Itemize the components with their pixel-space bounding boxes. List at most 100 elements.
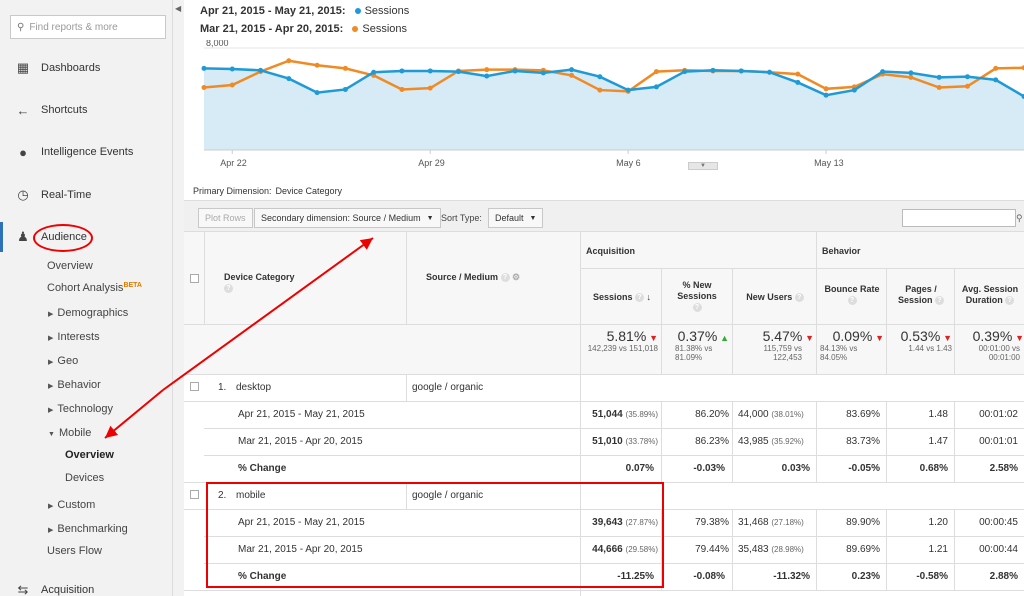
sidebar-sub-mobile-devices[interactable]: Devices (65, 472, 104, 484)
series-point-1[interactable] (936, 85, 942, 91)
series-point-1[interactable] (286, 58, 292, 64)
sort-down-arrow-icon[interactable]: ↓ (647, 292, 652, 302)
settings-gear-icon[interactable]: ⚙ (512, 272, 520, 282)
series-point-0[interactable] (484, 73, 490, 79)
header-label: New Users (746, 292, 793, 302)
series-point-0[interactable] (625, 87, 631, 93)
series-point-0[interactable] (964, 74, 970, 80)
secondary-dimension-label: Secondary dimension: Source / Medium (261, 213, 421, 223)
sidebar-collapse-handle[interactable]: ◀ (172, 0, 184, 596)
series-point-0[interactable] (710, 67, 716, 73)
sidebar-sub-interests[interactable]: ▶ Interests (48, 331, 100, 343)
header-new-users[interactable]: New Users ? (734, 292, 816, 303)
series-point-0[interactable] (229, 66, 235, 72)
sidebar-sub-geo[interactable]: ▶ Geo (48, 355, 78, 367)
sidebar-item-real-time[interactable]: ◷ Real-Time (0, 183, 172, 207)
series-point-0[interactable] (993, 77, 999, 83)
series-point-0[interactable] (738, 68, 744, 74)
row-checkbox[interactable] (190, 382, 199, 391)
series-point-1[interactable] (314, 62, 320, 68)
table-search-input[interactable] (902, 209, 1016, 227)
series-point-0[interactable] (823, 92, 829, 98)
help-icon[interactable]: ? (794, 293, 804, 303)
header-pages-session[interactable]: Pages / Session ? (888, 284, 954, 306)
series-point-0[interactable] (908, 70, 914, 76)
series-point-0[interactable] (851, 87, 857, 93)
divider (732, 536, 733, 563)
row-checkbox[interactable] (190, 490, 199, 499)
help-icon[interactable]: ? (935, 296, 945, 306)
secondary-dimension-dropdown[interactable]: Secondary dimension: Source / Medium ▼ (254, 208, 441, 228)
series-point-0[interactable] (201, 65, 207, 71)
series-point-0[interactable] (597, 74, 603, 80)
series-point-0[interactable] (512, 68, 518, 74)
series-point-0[interactable] (258, 67, 264, 73)
series-point-1[interactable] (427, 85, 433, 91)
series-point-1[interactable] (597, 87, 603, 93)
sub-label: Mobile (58, 427, 92, 439)
sidebar-sub-overview[interactable]: Overview (47, 260, 93, 272)
sidebar-sub-mobile[interactable]: ▼ Mobile (48, 427, 91, 439)
sidebar-item-intelligence-events[interactable]: ● Intelligence Events (0, 140, 172, 164)
series-point-0[interactable] (653, 84, 659, 90)
sidebar-sub-technology[interactable]: ▶ Technology (48, 403, 113, 415)
series-point-1[interactable] (342, 65, 348, 71)
header-bounce-rate[interactable]: Bounce Rate? (818, 284, 886, 306)
header-sessions[interactable]: Sessions ? ↓ (584, 292, 660, 303)
series-point-1[interactable] (569, 72, 575, 78)
series-point-0[interactable] (767, 69, 773, 75)
series-point-0[interactable] (427, 68, 433, 74)
series-point-1[interactable] (964, 83, 970, 89)
row-source-medium[interactable]: google / organic (412, 382, 483, 393)
series-point-0[interactable] (795, 79, 801, 85)
series-point-1[interactable] (823, 86, 829, 92)
help-icon[interactable]: ? (224, 284, 233, 294)
series-point-0[interactable] (399, 68, 405, 74)
series-point-0[interactable] (286, 76, 292, 82)
sidebar-sub-benchmarking[interactable]: ▶ Benchmarking (48, 523, 128, 535)
series-point-1[interactable] (993, 65, 999, 71)
search-icon[interactable]: ⚲ (1016, 209, 1024, 227)
series-point-1[interactable] (795, 71, 801, 77)
series-point-1[interactable] (229, 82, 235, 88)
help-icon[interactable]: ? (847, 296, 857, 306)
series-point-1[interactable] (908, 74, 914, 80)
series-point-1[interactable] (653, 69, 659, 75)
series-point-0[interactable] (880, 69, 886, 75)
series-point-0[interactable] (342, 86, 348, 92)
header-source-medium[interactable]: Source / Medium ? ⚙ (426, 272, 556, 283)
series-point-0[interactable] (455, 69, 461, 75)
sidebar-sub-users-flow[interactable]: Users Flow (47, 545, 102, 557)
row-device-category[interactable]: desktop (236, 382, 271, 393)
series-point-0[interactable] (371, 69, 377, 75)
sidebar-sub-behavior[interactable]: ▶ Behavior (48, 379, 101, 391)
help-icon[interactable]: ? (635, 293, 645, 303)
header-pct-new-sessions[interactable]: % New Sessions? (664, 280, 730, 313)
primary-dimension-value[interactable]: Device Category (276, 186, 343, 196)
sidebar-item-dashboards[interactable]: ▦ Dashboards (0, 56, 172, 80)
sidebar-sub-mobile-overview[interactable]: Overview (65, 449, 114, 461)
sidebar-sub-custom[interactable]: ▶ Custom (48, 499, 95, 511)
sidebar-sub-cohort-analysis[interactable]: Cohort AnalysisBETA (47, 282, 142, 294)
plot-rows-button[interactable]: Plot Rows (198, 208, 253, 228)
chart-scroll-handle[interactable]: ▼ (688, 162, 718, 170)
series-point-1[interactable] (201, 85, 207, 91)
series-point-0[interactable] (569, 67, 575, 73)
sidebar-item-shortcuts[interactable]: ← Shortcuts (0, 98, 172, 122)
sidebar-sub-demographics[interactable]: ▶ Demographics (48, 307, 128, 319)
sort-type-dropdown[interactable]: Default ▼ (488, 208, 544, 228)
series-point-0[interactable] (936, 74, 942, 80)
series-point-0[interactable] (314, 90, 320, 96)
series-point-0[interactable] (682, 69, 688, 75)
help-icon[interactable]: ? (692, 303, 702, 313)
series-point-0[interactable] (540, 70, 546, 76)
header-device-category[interactable]: Device Category ? (224, 272, 304, 294)
help-icon[interactable]: ? (500, 273, 510, 283)
series-point-1[interactable] (399, 86, 405, 92)
select-all-checkbox[interactable] (190, 274, 199, 283)
series-point-1[interactable] (484, 67, 490, 73)
help-icon[interactable]: ? (1005, 296, 1015, 306)
search-reports-input[interactable]: ⚲ Find reports & more (10, 15, 166, 39)
header-avg-session-duration[interactable]: Avg. Session Duration ? (956, 284, 1024, 306)
sidebar-item-acquisition[interactable]: ⇆ Acquisition (0, 578, 172, 596)
